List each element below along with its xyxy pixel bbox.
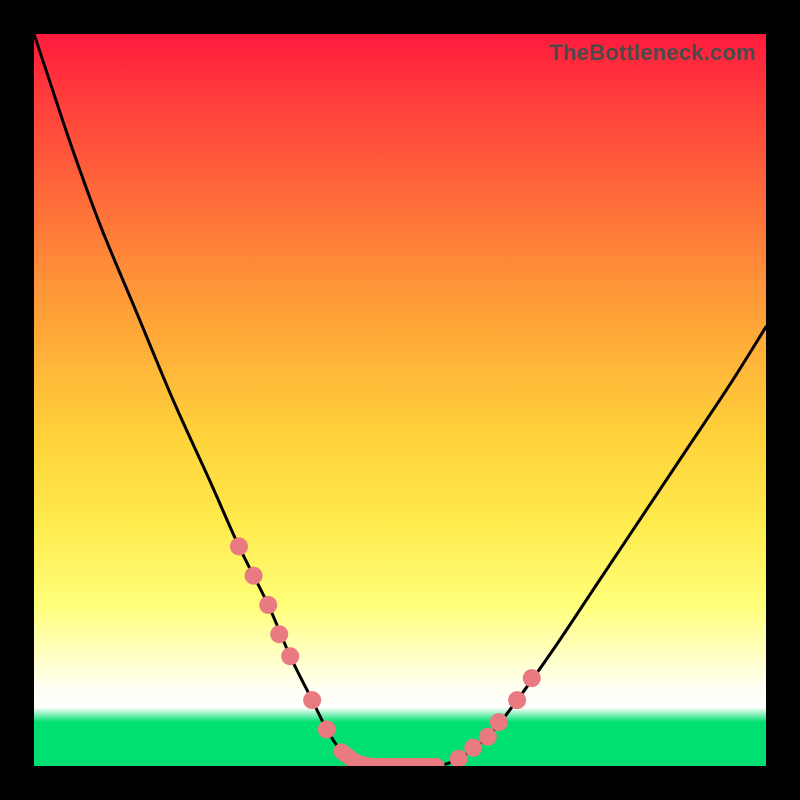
markers-left-layer [230,537,336,738]
marker-dot [318,720,336,738]
marker-dot [245,567,263,585]
marker-dot [508,691,526,709]
marker-dot [464,739,482,757]
chart-svg [34,34,766,766]
trough-marker-path [341,751,436,766]
marker-dot [523,669,541,687]
markers-right-layer [450,669,541,766]
marker-dot [270,625,288,643]
marker-dot [281,647,299,665]
marker-dot [490,713,508,731]
bottleneck-curve-path [34,34,766,766]
plot-area: TheBottleneck.com [34,34,766,766]
marker-dot [230,537,248,555]
chart-frame: TheBottleneck.com [0,0,800,800]
marker-dot [450,750,468,766]
marker-dot [259,596,277,614]
markers-trough-layer [341,751,436,766]
marker-dot [303,691,321,709]
curve-layer [34,34,766,766]
marker-dot [479,728,497,746]
